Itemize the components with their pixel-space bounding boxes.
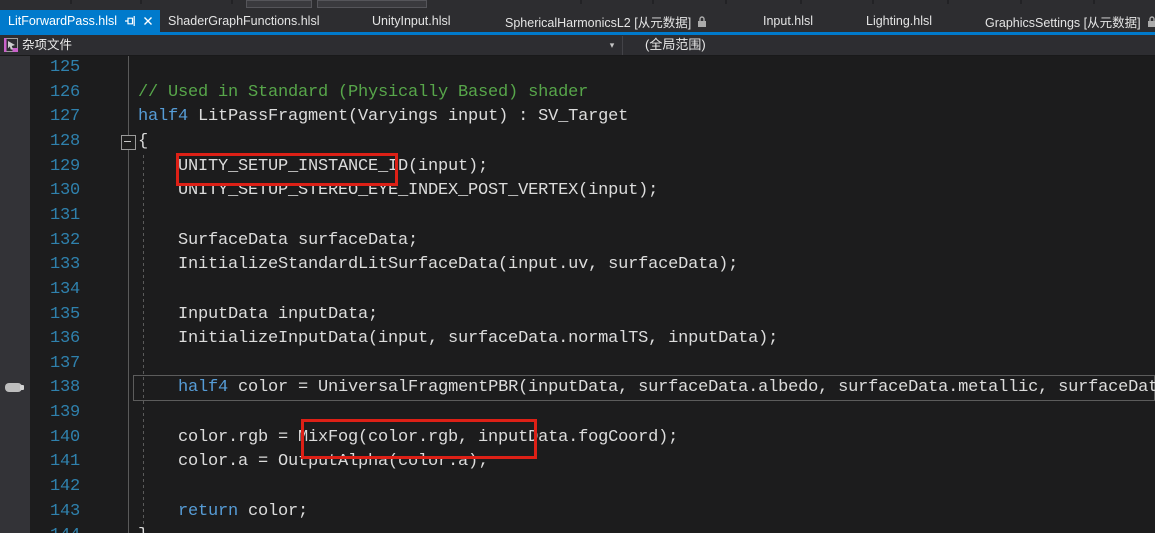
tab-label: Input.hlsl bbox=[763, 14, 814, 28]
line-number-134: 134 bbox=[49, 279, 80, 299]
scope-dropdown[interactable]: (全局范围) bbox=[645, 35, 706, 56]
code-editor[interactable]: 125 126 127 128 129 130 131 132 133 134 135 136 137 1… bbox=[0, 56, 1155, 533]
tab-sphericalharmonicsl2-[interactable]: SphericalHarmonicsL2 [从元数据] bbox=[505, 10, 707, 32]
toolbar-combo-fragment bbox=[246, 0, 312, 8]
line-number-132: 132 bbox=[49, 230, 80, 250]
toolbar-tick bbox=[725, 0, 727, 4]
code-line-138[interactable]: half4 color = UniversalFragmentPBR(input… bbox=[138, 376, 1155, 401]
lock-icon bbox=[697, 15, 707, 28]
toolbar-tick bbox=[140, 0, 142, 4]
tab-lighting-hlsl[interactable]: Lighting.hlsl bbox=[866, 10, 932, 32]
outlining-margin-line bbox=[128, 56, 129, 533]
line-number-139: 139 bbox=[49, 403, 80, 423]
line-number-142: 142 bbox=[49, 477, 80, 497]
tab-label: UnityInput.hlsl bbox=[372, 14, 451, 28]
code-fold-collapse-icon[interactable] bbox=[121, 135, 136, 150]
toolbar-tick bbox=[580, 0, 582, 4]
toolbar-tick bbox=[947, 0, 949, 4]
tab-litforwardpass-hlsl[interactable]: LitForwardPass.hlsl bbox=[0, 10, 160, 32]
toolbar-tick bbox=[231, 0, 233, 4]
code-line-136[interactable]: InitializeInputData(input, surfaceData.n… bbox=[138, 327, 778, 352]
navigation-bar: 杂项文件 ▾ (全局范围) bbox=[0, 35, 1155, 56]
line-number-125: 125 bbox=[49, 58, 80, 77]
toolbar-clipped-strip bbox=[0, 0, 1155, 10]
document-tab-bar: LitForwardPass.hlsl ShaderGraphFunctions.… bbox=[0, 10, 1155, 32]
code-line-132[interactable]: SurfaceData surfaceData; bbox=[138, 229, 418, 254]
toolbar-tick bbox=[70, 0, 72, 4]
line-number-126: 126 bbox=[49, 82, 80, 102]
breakpoint-gutter[interactable] bbox=[0, 56, 30, 533]
annotation-box-universalfragmentpbr bbox=[301, 419, 537, 459]
close-icon[interactable] bbox=[143, 16, 153, 26]
toolbar-tick bbox=[872, 0, 874, 4]
tab-input-hlsl[interactable]: Input.hlsl bbox=[763, 10, 813, 32]
code-line-133[interactable]: InitializeStandardLitSurfaceData(input.u… bbox=[138, 253, 738, 278]
annotation-box-litpassfragment bbox=[176, 153, 398, 186]
toolbar-tick bbox=[1093, 0, 1095, 4]
tab-shadergraphfunctions-hlsl[interactable]: ShaderGraphFunctions.hlsl bbox=[168, 10, 319, 32]
toolbar-tick bbox=[800, 0, 802, 4]
tab-label: SphericalHarmonicsL2 [从元数据] bbox=[505, 15, 692, 30]
line-number-135: 135 bbox=[49, 304, 80, 324]
line-number-137: 137 bbox=[49, 353, 80, 373]
line-number-129: 129 bbox=[49, 156, 80, 176]
line-number-131: 131 bbox=[49, 205, 80, 225]
toolbar-tick bbox=[652, 0, 654, 4]
toolbar-combo-fragment bbox=[317, 0, 427, 8]
toolbar-tick bbox=[1020, 0, 1022, 4]
line-number-138: 138 bbox=[49, 378, 80, 398]
line-number-143: 143 bbox=[49, 501, 80, 521]
line-number-130: 130 bbox=[49, 181, 80, 201]
line-number-140: 140 bbox=[49, 427, 80, 447]
line-138-gutter-marker[interactable] bbox=[5, 383, 24, 392]
tab-label: LitForwardPass.hlsl bbox=[8, 14, 118, 28]
code-line-143[interactable]: return color; bbox=[138, 500, 308, 525]
line-number-128: 128 bbox=[49, 131, 80, 151]
line-number-144: 144 bbox=[30, 524, 80, 533]
tab-unityinput-hlsl[interactable]: UnityInput.hlsl bbox=[372, 10, 451, 32]
miscellaneous-files-icon bbox=[3, 37, 19, 53]
code-line-144[interactable]: } bbox=[138, 524, 148, 533]
tab-label: ShaderGraphFunctions.hlsl bbox=[168, 14, 320, 28]
nav-bar-separator bbox=[622, 36, 623, 55]
code-line-126[interactable]: // Used in Standard (Physically Based) s… bbox=[138, 81, 588, 106]
line-number-127: 127 bbox=[49, 107, 80, 127]
tab-label: Lighting.hlsl bbox=[866, 14, 933, 28]
line-number-133: 133 bbox=[49, 255, 80, 275]
lock-icon bbox=[1147, 15, 1155, 28]
vs-code-editor-window: LitForwardPass.hlsl ShaderGraphFunctions.… bbox=[0, 0, 1155, 533]
pin-icon[interactable] bbox=[124, 15, 136, 27]
line-number-141: 141 bbox=[49, 452, 80, 472]
code-line-135[interactable]: InputData inputData; bbox=[138, 303, 378, 328]
tab-label: GraphicsSettings [从元数据] bbox=[985, 15, 1141, 30]
line-number-136: 136 bbox=[49, 329, 80, 349]
project-dropdown-label[interactable]: 杂项文件 bbox=[22, 35, 72, 56]
code-line-127[interactable]: half4 LitPassFragment(Varyings input) : … bbox=[138, 105, 628, 130]
code-line-128[interactable]: { bbox=[138, 130, 148, 155]
tab-graphicssettings-[interactable]: GraphicsSettings [从元数据] bbox=[985, 10, 1155, 32]
project-dropdown-arrow-icon[interactable]: ▾ bbox=[603, 35, 621, 56]
